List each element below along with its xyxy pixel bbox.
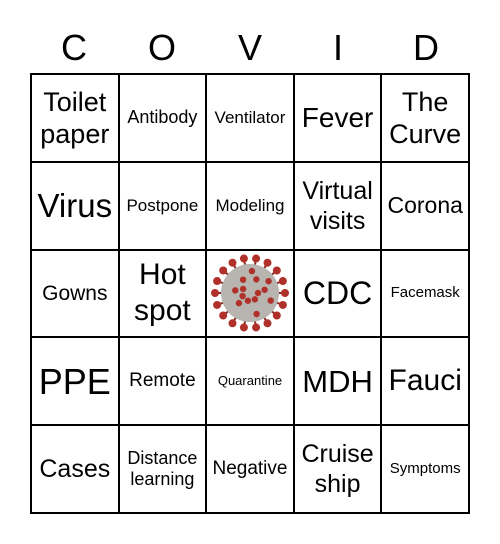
bingo-cell[interactable]: Quarantine bbox=[206, 337, 294, 426]
coronavirus-icon bbox=[210, 255, 289, 332]
bingo-cell[interactable]: Remote bbox=[118, 337, 207, 426]
header-letter: V bbox=[237, 27, 262, 68]
header-letter: I bbox=[332, 27, 343, 68]
bingo-cell[interactable]: Fauci bbox=[381, 337, 469, 426]
bingo-cell[interactable]: CDC bbox=[293, 249, 382, 338]
bingo-cell[interactable]: Modeling bbox=[206, 161, 294, 250]
bingo-cell[interactable]: Cases bbox=[31, 425, 119, 513]
bingo-cell[interactable]: Gowns bbox=[31, 249, 119, 338]
bingo-cell[interactable]: Virus bbox=[31, 161, 119, 250]
bingo-cell[interactable]: Hot spot bbox=[118, 249, 207, 338]
bingo-cell[interactable]: Corona bbox=[381, 161, 469, 250]
header-letter: D bbox=[413, 27, 439, 68]
bingo-cell[interactable]: Antibody bbox=[118, 74, 207, 162]
bingo-cell[interactable]: PPE bbox=[31, 337, 119, 426]
bingo-cell[interactable]: Fever bbox=[293, 74, 382, 162]
header-letter: O bbox=[147, 27, 176, 68]
bingo-cell[interactable]: MDH bbox=[293, 337, 382, 426]
bingo-cell[interactable]: Distance learning bbox=[118, 425, 207, 513]
bingo-cell[interactable]: Toilet paper bbox=[31, 74, 119, 162]
bingo-cell[interactable]: Cruise ship bbox=[293, 425, 382, 513]
bingo-cell[interactable]: Ventilator bbox=[206, 74, 294, 162]
bingo-header: C O V I D bbox=[30, 26, 470, 70]
free-space-cell[interactable] bbox=[206, 249, 294, 338]
header-letter: C bbox=[61, 27, 87, 68]
bingo-cell[interactable]: Facemask bbox=[381, 249, 469, 338]
bingo-cell[interactable]: Symptoms bbox=[381, 425, 469, 513]
bingo-cell[interactable]: The Curve bbox=[381, 74, 469, 162]
bingo-cell[interactable]: Virtual visits bbox=[293, 161, 382, 250]
bingo-grid: Toilet paper Antibody Ventilator Fever T… bbox=[30, 73, 470, 514]
bingo-cell[interactable]: Postpone bbox=[118, 161, 207, 250]
bingo-cell[interactable]: Negative bbox=[206, 425, 294, 513]
